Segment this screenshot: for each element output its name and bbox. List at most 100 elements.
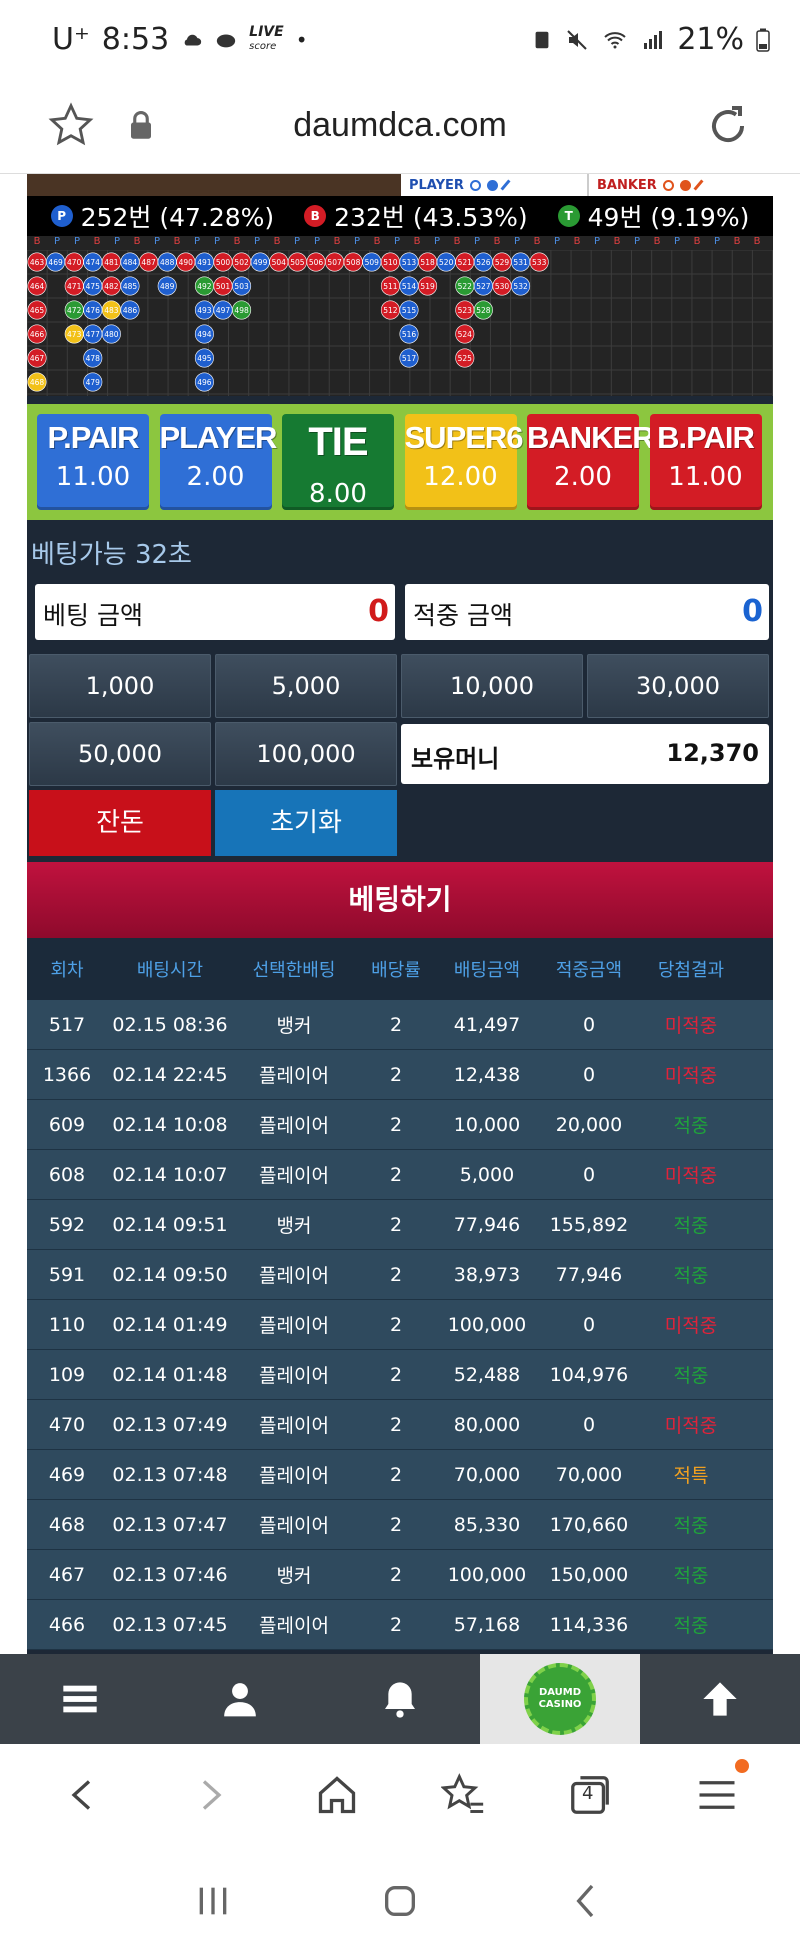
road-bead: 468 — [27, 372, 47, 392]
circle-outline-icon — [662, 179, 674, 191]
signal-icon — [644, 30, 663, 49]
casino-logo: DAUMD CASINO — [524, 1663, 596, 1735]
home-button[interactable] — [309, 1767, 365, 1823]
home-nav-icon[interactable] — [380, 1881, 420, 1921]
road-bead: 488 — [157, 252, 177, 272]
profile-button[interactable] — [160, 1654, 320, 1744]
bookmarks-button[interactable] — [435, 1767, 491, 1823]
bead-road: B P P B P B P B P P B P B P P B P B P B P B P B P B P B P B P B P B P B B 46… — [27, 236, 773, 396]
road-bead: 501 — [213, 276, 233, 296]
road-letter: P — [713, 236, 721, 247]
tie-badge-icon: T — [557, 205, 580, 227]
svg-text:472: 472 — [67, 306, 82, 315]
svg-text:501: 501 — [216, 282, 231, 291]
svg-text:500: 500 — [216, 258, 231, 267]
svg-text:508: 508 — [346, 258, 361, 267]
cell-bet: 5,000 — [459, 1163, 515, 1186]
player-legend: PLAYER — [401, 174, 587, 196]
svg-text:481: 481 — [104, 258, 119, 267]
change-button[interactable]: 잔돈 — [29, 790, 211, 856]
svg-text:530: 530 — [495, 282, 510, 291]
road-bead: 500 — [213, 252, 233, 272]
bet-tie-button[interactable]: TIE 8.00 — [282, 414, 394, 510]
bet-banker-button[interactable]: BANKER 2.00 — [527, 414, 655, 510]
road-bead: 510 — [380, 252, 400, 272]
svg-text:471: 471 — [67, 282, 82, 291]
table-row: 469 02.13 07:48 플레이어 2 70,000 70,000 적특 — [27, 1450, 773, 1500]
road-letter: B — [693, 236, 701, 247]
svg-text:480: 480 — [104, 330, 119, 339]
chip-50000-button[interactable]: 50,000 — [29, 722, 211, 786]
url-text[interactable]: daumdca.com — [0, 106, 800, 145]
road-bead: 474 — [83, 252, 103, 272]
bet-player-button[interactable]: PLAYER 2.00 — [159, 414, 277, 510]
place-bet-button[interactable]: 베팅하기 — [27, 862, 773, 938]
road-bead: 491 — [194, 252, 214, 272]
road-bead: 531 — [511, 252, 531, 272]
road-letter: B — [133, 236, 141, 247]
cell-time: 02.14 09:51 — [112, 1213, 228, 1236]
forward-button[interactable] — [182, 1767, 238, 1823]
back-nav-icon[interactable] — [567, 1881, 607, 1921]
svg-text:507: 507 — [327, 258, 342, 267]
banker-legend: BANKER — [587, 174, 773, 196]
browser-menu-button[interactable] — [689, 1759, 749, 1823]
col-choice: 선택한배팅 — [252, 960, 336, 981]
reload-icon[interactable] — [704, 102, 752, 150]
cell-round: 470 — [48, 1413, 86, 1436]
cell-bet: 100,000 — [447, 1313, 527, 1336]
cell-round: 468 — [48, 1513, 86, 1536]
road-letter: B — [753, 236, 761, 247]
win-amount-label: 적중 금액 — [413, 601, 513, 630]
chip-100000-button[interactable]: 100,000 — [215, 722, 397, 786]
col-win: 적중금액 — [555, 960, 623, 981]
road-bead: 522 — [455, 276, 475, 296]
bet-odds: 11.00 — [55, 462, 131, 492]
table-row: 1366 02.14 22:45 플레이어 2 12,438 0 미적중 — [27, 1050, 773, 1100]
cell-time: 02.14 22:45 — [112, 1063, 228, 1086]
svg-text:478: 478 — [86, 354, 101, 363]
home-logo-button[interactable]: DAUMD CASINO — [480, 1654, 640, 1744]
road-bead: 533 — [529, 252, 549, 272]
road-letter: P — [593, 236, 601, 247]
scroll-top-button[interactable] — [640, 1654, 800, 1744]
cell-win: 70,000 — [555, 1463, 623, 1486]
road-bead: 472 — [64, 300, 84, 320]
cell-time: 02.14 01:48 — [112, 1363, 228, 1386]
cell-round: 591 — [48, 1263, 86, 1286]
home-icon — [318, 1776, 355, 1814]
chip-30000-button[interactable]: 30,000 — [587, 654, 769, 718]
table-row: 592 02.14 09:51 뱅커 2 77,946 155,892 적중 — [27, 1200, 773, 1250]
road-letter: P — [253, 236, 261, 247]
bet-super6-button[interactable]: SUPER6 12.00 — [404, 414, 524, 510]
svg-text:503: 503 — [234, 282, 249, 291]
svg-text:495: 495 — [197, 354, 212, 363]
bet-b-pair-button[interactable]: B.PAIR 11.00 — [649, 414, 762, 510]
reset-button[interactable]: 초기화 — [215, 790, 397, 856]
road-letter: P — [213, 236, 221, 247]
menu-button[interactable] — [0, 1654, 160, 1744]
bet-p-pair-button[interactable]: P.PAIR 11.00 — [37, 414, 149, 510]
slash-icon — [500, 179, 511, 191]
svg-text:511: 511 — [383, 282, 398, 291]
bet-label: P.PAIR — [47, 420, 139, 455]
road-letter: P — [473, 236, 481, 247]
notifications-button[interactable] — [320, 1654, 480, 1744]
recent-apps-icon[interactable] — [193, 1881, 233, 1921]
bet-amount-box: 베팅 금액 0 — [35, 584, 395, 640]
road-bead: 530 — [492, 276, 512, 296]
cell-round: 469 — [48, 1463, 86, 1486]
cell-win: 0 — [582, 1013, 596, 1036]
cell-odds: 2 — [389, 1263, 403, 1286]
svg-text:465: 465 — [30, 306, 45, 315]
road-bead: 526 — [473, 252, 493, 272]
svg-text:466: 466 — [30, 330, 45, 339]
chip-5000-button[interactable]: 5,000 — [215, 654, 397, 718]
chip-10000-button[interactable]: 10,000 — [401, 654, 583, 718]
col-round: 회차 — [50, 960, 84, 981]
back-button[interactable] — [55, 1767, 111, 1823]
chip-1000-button[interactable]: 1,000 — [29, 654, 211, 718]
road-bead: 478 — [83, 348, 103, 368]
cell-odds: 2 — [389, 1463, 403, 1486]
tabs-button[interactable]: 4 — [562, 1767, 618, 1823]
